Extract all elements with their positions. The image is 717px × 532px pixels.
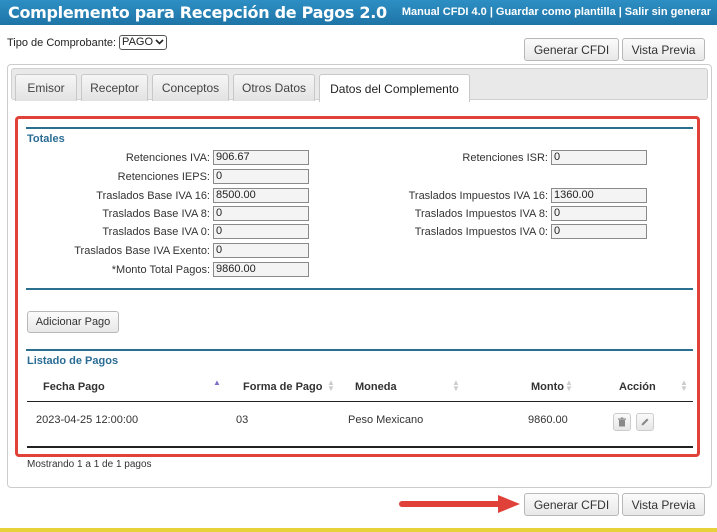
retenciones-iva-input[interactable]: 906.67 bbox=[213, 150, 309, 165]
cell-fecha: 2023-04-25 12:00:00 bbox=[36, 414, 139, 426]
retenciones-ieps-label: Retenciones IEPS: bbox=[117, 171, 210, 183]
vista-previa-button[interactable]: Vista Previa bbox=[622, 493, 705, 516]
column-header-monto[interactable]: Monto bbox=[531, 381, 564, 393]
highlight-frame bbox=[15, 116, 700, 457]
column-header-moneda[interactable]: Moneda bbox=[355, 381, 397, 393]
tab-otros-datos[interactable]: Otros Datos bbox=[233, 74, 315, 101]
section-divider bbox=[26, 288, 693, 290]
traslados-impuestos-iva16-input[interactable]: 1360.00 bbox=[551, 188, 647, 203]
traslados-base-iva16-label: Traslados Base IVA 16: bbox=[96, 190, 210, 202]
tab-datos-complemento[interactable]: Datos del Complemento bbox=[319, 74, 470, 102]
retenciones-iva-label: Retenciones IVA: bbox=[125, 152, 210, 164]
edit-button[interactable] bbox=[636, 413, 654, 431]
tab-receptor[interactable]: Receptor bbox=[81, 74, 148, 101]
sort-icon: ▲ ▼ bbox=[680, 378, 688, 393]
cell-monto: 9860.00 bbox=[528, 414, 568, 426]
column-header-accion: Acción bbox=[619, 381, 656, 393]
sort-asc-icon[interactable]: ▲ bbox=[213, 379, 221, 387]
traslados-impuestos-iva8-label: Traslados Impuestos IVA 8: bbox=[414, 208, 548, 220]
manual-cfdi-link[interactable]: Manual CFDI 4.0 bbox=[402, 6, 487, 18]
traslados-base-iva0-label: Traslados Base IVA 0: bbox=[102, 226, 210, 238]
traslados-base-iva8-label: Traslados Base IVA 8: bbox=[102, 208, 210, 220]
tab-conceptos[interactable]: Conceptos bbox=[152, 74, 229, 101]
trash-icon bbox=[618, 417, 626, 427]
salir-link[interactable]: Salir sin generar bbox=[625, 6, 711, 18]
retenciones-ieps-input[interactable]: 0 bbox=[213, 169, 309, 184]
header-links: Manual CFDI 4.0 | Guardar como plantilla | S… bbox=[401, 6, 711, 18]
arrow-icon bbox=[399, 495, 520, 513]
retenciones-isr-input[interactable]: 0 bbox=[551, 150, 647, 165]
section-divider bbox=[26, 349, 693, 351]
traslados-base-iva-exento-label: Traslados Base IVA Exento: bbox=[74, 245, 210, 257]
traslados-base-iva0-input[interactable]: 0 bbox=[213, 224, 309, 239]
sort-icon[interactable]: ▲ ▼ bbox=[327, 379, 335, 393]
cell-forma-pago: 03 bbox=[236, 414, 249, 426]
table-bottom-divider bbox=[27, 446, 693, 448]
tipo-comprobante-label: Tipo de Comprobante: bbox=[7, 36, 117, 49]
page-title: Complemento para Recepción de Pagos 2.0 bbox=[8, 3, 387, 22]
table-header-divider bbox=[27, 401, 693, 402]
tipo-comprobante: Tipo de Comprobante: PAGO bbox=[7, 35, 168, 50]
cell-moneda: Peso Mexicano bbox=[348, 414, 424, 426]
monto-total-pagos-label: *Monto Total Pagos: bbox=[111, 264, 210, 276]
chevron-down-icon bbox=[155, 36, 164, 49]
totales-title: Totales bbox=[27, 133, 65, 145]
section-divider bbox=[26, 127, 693, 129]
traslados-base-iva8-input[interactable]: 0 bbox=[213, 206, 309, 221]
monto-total-pagos-input[interactable]: 9860.00 bbox=[213, 262, 309, 277]
traslados-impuestos-iva8-input[interactable]: 0 bbox=[551, 206, 647, 221]
app-header: Complemento para Recepción de Pagos 2.0 … bbox=[0, 0, 717, 25]
guardar-plantilla-link[interactable]: Guardar como plantilla bbox=[496, 6, 616, 18]
column-header-fecha[interactable]: Fecha Pago bbox=[43, 381, 105, 393]
tab-emisor[interactable]: Emisor bbox=[15, 74, 77, 101]
column-header-forma-pago[interactable]: Forma de Pago bbox=[243, 381, 322, 393]
traslados-base-iva16-input[interactable]: 8500.00 bbox=[213, 188, 309, 203]
vista-previa-button-top[interactable]: Vista Previa bbox=[622, 38, 705, 61]
generar-cfdi-button[interactable]: Generar CFDI bbox=[524, 493, 619, 516]
pencil-icon bbox=[641, 418, 649, 426]
table-info: Mostrando 1 a 1 de 1 pagos bbox=[27, 459, 152, 470]
bottom-accent-strip bbox=[0, 528, 717, 532]
traslados-impuestos-iva0-label: Traslados Impuestos IVA 0: bbox=[414, 226, 548, 238]
listado-title: Listado de Pagos bbox=[27, 355, 119, 367]
generar-cfdi-button-top[interactable]: Generar CFDI bbox=[524, 38, 619, 61]
traslados-base-iva-exento-input[interactable]: 0 bbox=[213, 243, 309, 258]
tipo-comprobante-select[interactable]: PAGO bbox=[119, 35, 168, 50]
sort-icon[interactable]: ▲ ▼ bbox=[452, 379, 460, 393]
sort-icon[interactable]: ▲ ▼ bbox=[565, 379, 573, 393]
retenciones-isr-label: Retenciones ISR: bbox=[462, 152, 548, 164]
adicionar-pago-button[interactable]: Adicionar Pago bbox=[27, 311, 119, 333]
traslados-impuestos-iva0-input[interactable]: 0 bbox=[551, 224, 647, 239]
tab-bar: Emisor Receptor Conceptos Otros Datos Da… bbox=[11, 68, 708, 102]
traslados-impuestos-iva16-label: Traslados Impuestos IVA 16: bbox=[408, 190, 548, 202]
delete-button[interactable] bbox=[613, 413, 631, 431]
